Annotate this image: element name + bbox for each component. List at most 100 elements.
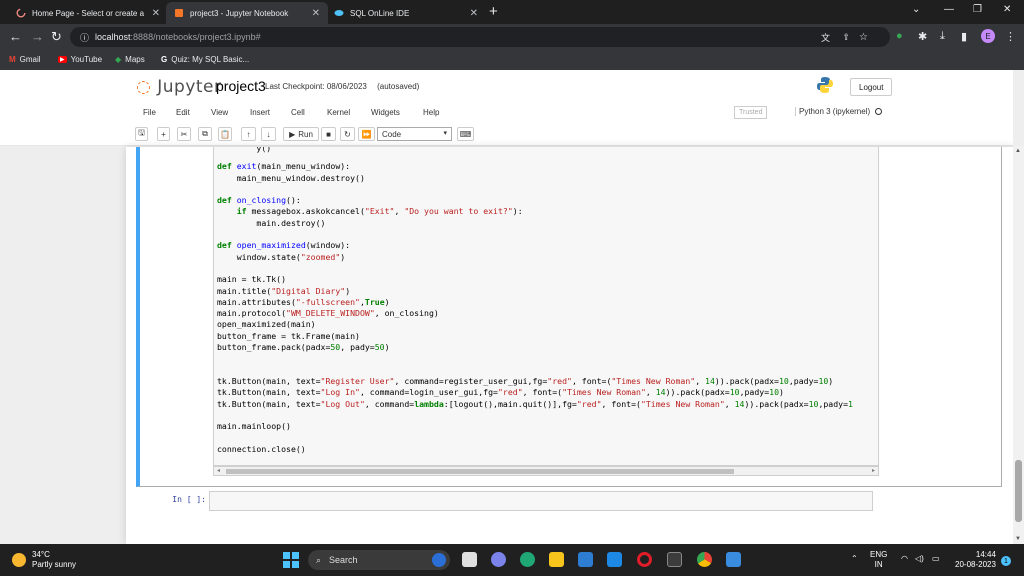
- terminal-icon[interactable]: [667, 552, 682, 567]
- code-input-area[interactable]: y() def exit(main_menu_window): main_men…: [213, 147, 879, 466]
- jupyter-logo[interactable]: ◌ Jupyter: [136, 77, 222, 97]
- task-view-icon[interactable]: [462, 552, 477, 567]
- notebook-container: y() def exit(main_menu_window): main_men…: [126, 147, 1013, 544]
- store-icon[interactable]: [578, 552, 593, 567]
- scrollbar-thumb[interactable]: [1015, 460, 1022, 522]
- restart-icon[interactable]: ↻: [340, 127, 355, 141]
- extensions-icon[interactable]: ✱: [918, 30, 927, 43]
- trusted-badge[interactable]: Trusted: [734, 106, 768, 119]
- move-down-icon[interactable]: ↓: [261, 127, 276, 141]
- chrome-icon[interactable]: [697, 552, 712, 567]
- menu-view[interactable]: View: [211, 108, 228, 117]
- weather-widget[interactable]: 34°C Partly sunny: [12, 550, 76, 570]
- forward-icon[interactable]: →: [31, 29, 44, 44]
- more-icon[interactable]: ⋮: [1005, 30, 1016, 43]
- loading-icon: [16, 8, 26, 18]
- code-cell-empty[interactable]: In [ ]:: [136, 491, 1002, 513]
- menu-edit[interactable]: Edit: [176, 108, 190, 117]
- menu-kernel[interactable]: Kernel: [327, 108, 350, 117]
- close-icon[interactable]: ✕: [152, 8, 160, 19]
- bookmark-gmail[interactable]: M Gmail: [9, 55, 41, 64]
- info-icon[interactable]: ⓘ: [80, 31, 89, 44]
- back-icon[interactable]: ←: [9, 29, 22, 44]
- reload-icon[interactable]: ↻: [51, 29, 62, 45]
- kernel-indicator[interactable]: Python 3 (ipykernel): [795, 107, 883, 116]
- horizontal-scrollbar[interactable]: ◂ ▸: [213, 466, 879, 476]
- opera-icon[interactable]: [637, 552, 652, 567]
- logout-button[interactable]: Logout: [850, 78, 893, 96]
- cut-icon[interactable]: ✂: [177, 127, 191, 141]
- url-input[interactable]: ⓘ localhost :8888/notebooks/project3.ipy…: [70, 27, 890, 47]
- menu-widgets[interactable]: Widgets: [371, 108, 400, 117]
- bing-icon: [432, 553, 446, 567]
- volume-icon[interactable]: ◁): [915, 554, 924, 564]
- star-icon[interactable]: ☆: [859, 32, 868, 43]
- search-label: Search: [329, 555, 358, 565]
- save-icon[interactable]: 🖫: [135, 127, 148, 141]
- close-icon[interactable]: ✕: [470, 8, 478, 19]
- notification-badge[interactable]: 1: [1001, 556, 1011, 566]
- chevron-up-icon[interactable]: ⌃: [851, 554, 858, 564]
- grammarly-icon[interactable]: ●: [896, 30, 903, 42]
- menu-file[interactable]: File: [143, 108, 156, 117]
- new-tab-icon[interactable]: +: [489, 3, 498, 20]
- vscode-icon[interactable]: [726, 552, 741, 567]
- profile-avatar[interactable]: E: [981, 29, 995, 43]
- browser-tab-jupyter[interactable]: project3 - Jupyter Notebook ✕: [166, 2, 328, 24]
- scroll-right-icon[interactable]: ▸: [872, 467, 875, 474]
- paste-icon[interactable]: 📋: [218, 127, 232, 141]
- download-icon[interactable]: ⤓: [940, 30, 945, 43]
- sidepanel-icon[interactable]: ▮: [961, 30, 967, 43]
- close-icon[interactable]: ✕: [312, 8, 320, 19]
- scroll-down-icon[interactable]: ▼: [1015, 536, 1021, 542]
- share-icon[interactable]: ⇪: [842, 32, 850, 43]
- browser-tab-sql[interactable]: SQL OnLine IDE ✕: [326, 2, 486, 24]
- keyboard-icon[interactable]: ⌨: [457, 127, 474, 141]
- translate-icon[interactable]: 文: [821, 31, 830, 44]
- chevron-down-icon[interactable]: ⌄: [912, 4, 920, 15]
- run-label: Run: [298, 129, 313, 139]
- run-button[interactable]: ▶ Run: [283, 127, 319, 141]
- teams-icon[interactable]: [491, 552, 506, 567]
- bookmark-youtube[interactable]: ▶ YouTube: [58, 55, 102, 64]
- copy-icon[interactable]: ⧉: [198, 127, 212, 141]
- browser-tab-strip: Home Page - Select or create a n ✕ proje…: [0, 0, 1024, 24]
- wifi-icon[interactable]: ◠: [901, 554, 908, 564]
- file-explorer-icon[interactable]: [549, 552, 564, 567]
- move-up-icon[interactable]: ↑: [241, 127, 256, 141]
- code-text[interactable]: y() def exit(main_menu_window): main_men…: [217, 147, 853, 455]
- menu-help[interactable]: Help: [423, 108, 439, 117]
- stop-icon[interactable]: ■: [321, 127, 336, 141]
- fast-forward-icon[interactable]: ⏩: [358, 127, 375, 141]
- code-cell-selected[interactable]: y() def exit(main_menu_window): main_men…: [136, 147, 1002, 487]
- language-indicator[interactable]: ENG IN: [870, 550, 887, 570]
- menu-insert[interactable]: Insert: [250, 108, 270, 117]
- mail-icon[interactable]: [607, 552, 622, 567]
- bookmark-label: Quiz: My SQL Basic...: [171, 55, 250, 64]
- battery-icon[interactable]: ▭: [932, 554, 940, 564]
- windows-start-icon[interactable]: [283, 552, 299, 568]
- scroll-up-icon[interactable]: ▲: [1015, 148, 1021, 154]
- windows-taskbar: 34°C Partly sunny ⌕ Search ⌃ ENG IN ◠ ◁)…: [0, 544, 1024, 576]
- close-window-icon[interactable]: ✕: [1003, 4, 1011, 15]
- edge-icon[interactable]: [520, 552, 535, 567]
- bookmark-maps[interactable]: ◆ Maps: [115, 55, 145, 64]
- vertical-scrollbar[interactable]: ▲ ▼: [1013, 146, 1024, 544]
- empty-code-input[interactable]: [209, 491, 873, 511]
- scrollbar-thumb[interactable]: [226, 469, 734, 474]
- add-cell-icon[interactable]: +: [157, 127, 170, 141]
- clock[interactable]: 14:44 20-08-2023: [955, 550, 996, 570]
- notebook-name[interactable]: project3: [216, 78, 266, 94]
- weather-icon: [12, 553, 26, 567]
- cell-type-select[interactable]: Code ▾: [377, 127, 452, 141]
- browser-tab-home[interactable]: Home Page - Select or create a n ✕: [8, 2, 168, 24]
- taskbar-search[interactable]: ⌕ Search: [308, 550, 450, 570]
- python-logo-icon: [817, 77, 833, 93]
- menu-cell[interactable]: Cell: [291, 108, 305, 117]
- restore-icon[interactable]: ❐: [973, 4, 982, 15]
- search-icon: ⌕: [316, 554, 322, 565]
- bookmark-quiz[interactable]: G Quiz: My SQL Basic...: [161, 55, 249, 64]
- tab-title: project3 - Jupyter Notebook: [190, 8, 289, 18]
- scroll-left-icon[interactable]: ◂: [217, 467, 220, 474]
- minimize-icon[interactable]: —: [944, 4, 954, 15]
